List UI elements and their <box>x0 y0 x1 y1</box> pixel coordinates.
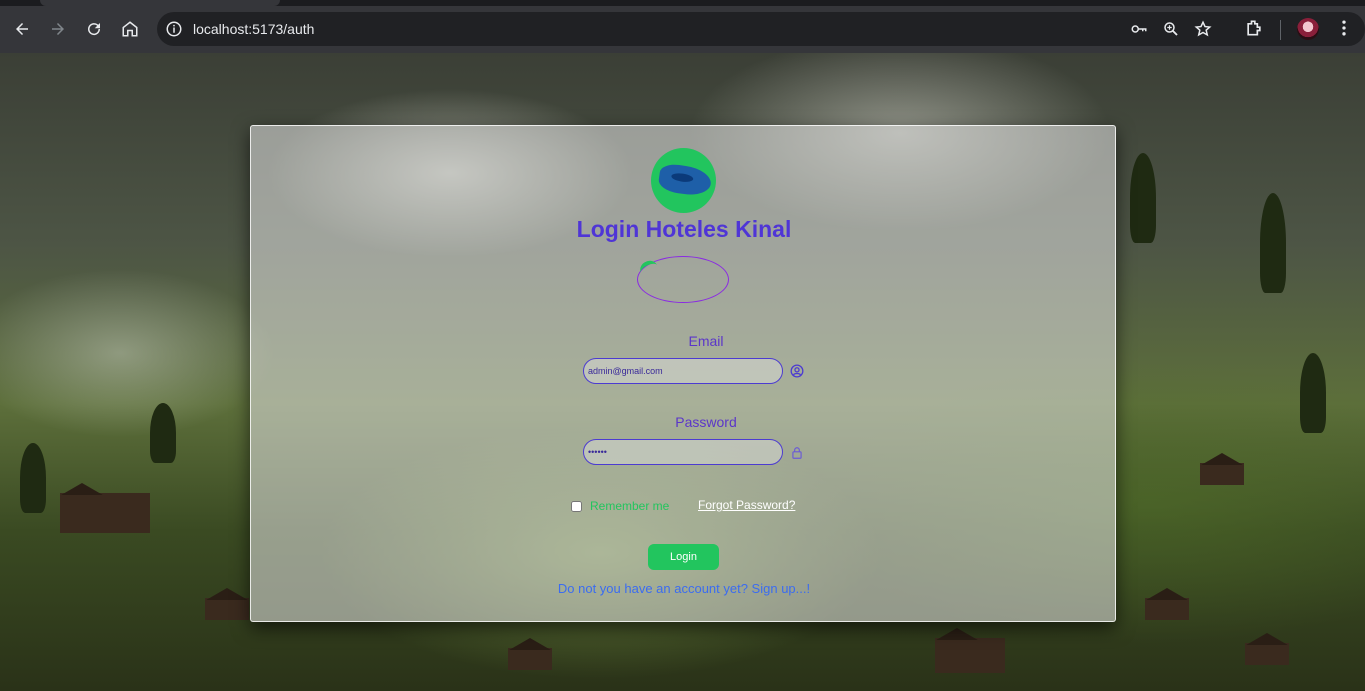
background-tree <box>150 403 176 463</box>
page-title: Login Hoteles Kinal <box>576 216 792 242</box>
loading-spinner <box>637 256 729 303</box>
profile-avatar[interactable] <box>1297 18 1319 40</box>
signup-link[interactable]: Do not you have an account yet? Sign up.… <box>251 581 1117 596</box>
zoom-icon[interactable] <box>1162 20 1180 38</box>
background-house <box>1245 643 1289 665</box>
star-icon[interactable] <box>1194 20 1212 38</box>
background-house <box>935 638 1005 673</box>
toolbar-divider <box>1280 20 1281 40</box>
login-card: Login Hoteles Kinal Email Password Remem… <box>250 125 1116 622</box>
lock-icon <box>792 447 802 459</box>
key-icon[interactable] <box>1130 20 1148 38</box>
hotel-logo <box>651 148 716 213</box>
password-label: Password <box>675 414 737 430</box>
background-house <box>1145 598 1189 620</box>
home-icon[interactable] <box>117 16 143 42</box>
forgot-password-link[interactable]: Forgot Password? <box>698 498 795 512</box>
extensions-icon[interactable] <box>1242 16 1266 40</box>
background-house <box>205 598 249 620</box>
browser-toolbar: localhost:5173/auth <box>0 6 1365 53</box>
back-icon[interactable] <box>9 16 35 42</box>
remember-checkbox[interactable] <box>571 500 582 512</box>
background-house <box>60 493 150 533</box>
address-bar[interactable]: localhost:5173/auth <box>157 12 1365 46</box>
reload-icon[interactable] <box>81 16 107 42</box>
login-button[interactable]: Login <box>648 544 719 570</box>
user-icon <box>790 364 804 378</box>
background-house <box>1200 463 1244 485</box>
background-house <box>508 648 552 670</box>
remember-me[interactable]: Remember me <box>571 499 669 513</box>
background-tree <box>20 443 46 513</box>
site-info-icon[interactable] <box>165 20 183 38</box>
menu-icon[interactable] <box>1332 16 1356 40</box>
password-field[interactable] <box>583 439 783 465</box>
email-label: Email <box>688 333 724 349</box>
page-background: Login Hoteles Kinal Email Password Remem… <box>0 53 1365 691</box>
background-tree <box>1260 193 1286 293</box>
background-tree <box>1300 353 1326 433</box>
forward-icon[interactable] <box>45 16 71 42</box>
background-tree <box>1130 153 1156 243</box>
remember-label: Remember me <box>590 499 670 513</box>
email-field[interactable] <box>583 358 783 384</box>
url-text[interactable]: localhost:5173/auth <box>193 21 314 37</box>
